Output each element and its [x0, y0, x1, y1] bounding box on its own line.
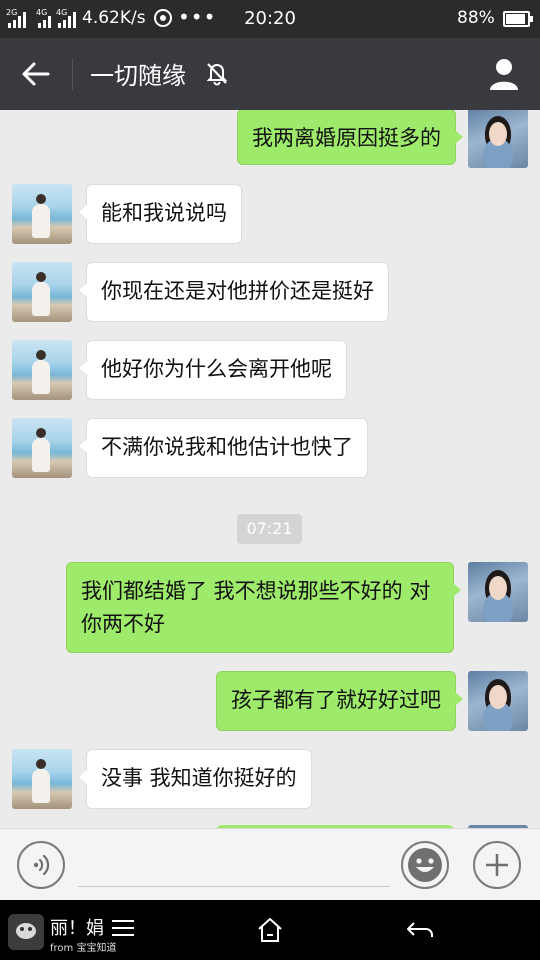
arrow-left-icon	[22, 62, 50, 86]
watermark-logo-icon	[8, 914, 44, 950]
contact-avatar[interactable]	[12, 418, 72, 478]
home-button[interactable]	[254, 914, 286, 946]
contact-avatar[interactable]	[12, 749, 72, 809]
person-icon	[490, 59, 518, 90]
message-input-bar	[0, 828, 540, 900]
chat-title: 一切随缘	[90, 62, 186, 90]
message-bubble-outgoing[interactable]: 我两离婚原因挺多的	[237, 110, 463, 165]
my-avatar[interactable]	[468, 562, 528, 622]
my-avatar[interactable]	[468, 671, 528, 731]
header-divider	[72, 58, 73, 90]
plus-icon	[486, 854, 508, 876]
message-bubble-incoming[interactable]: 能和我说说吗	[79, 184, 242, 244]
message-timestamp: 07:21	[237, 514, 302, 544]
contact-avatar[interactable]	[12, 262, 72, 322]
emoji-button[interactable]	[401, 841, 449, 889]
message-input[interactable]	[78, 849, 390, 887]
watermark-title: 丽！娟	[50, 918, 104, 939]
more-actions-button[interactable]	[473, 841, 521, 889]
message-bubble-outgoing[interactable]: 孩子都有了就好好过吧	[216, 671, 463, 731]
message-bubble-incoming[interactable]: 你现在还是对他拼价还是挺好	[79, 262, 389, 322]
voice-icon	[33, 854, 50, 876]
back-button[interactable]	[14, 54, 58, 94]
emoji-icon	[408, 848, 442, 882]
system-back-button[interactable]	[402, 914, 438, 946]
battery-icon	[503, 11, 533, 27]
contact-avatar[interactable]	[12, 340, 72, 400]
message-bubble-outgoing[interactable]: 我们都结婚了 我不想说那些不好的 对你两不好	[66, 562, 461, 653]
message-bubble-incoming[interactable]: 不满你说我和他估计也快了	[79, 418, 368, 478]
watermark-source: from 宝宝知道	[50, 943, 117, 954]
my-avatar[interactable]	[468, 110, 528, 168]
back-icon	[407, 922, 433, 937]
chat-header: 一切随缘	[0, 38, 540, 110]
message-bubble-incoming[interactable]: 他好你为什么会离开他呢	[79, 340, 347, 400]
status-bar: 2G 4G 4G 4.62K/s ••• 20:20 88%	[0, 0, 540, 38]
message-list[interactable]: 我两离婚原因挺多的 能和我说说吗 你现在还是对他拼价还是挺好 他好你为什么会离开…	[0, 110, 540, 828]
bell-muted-icon	[204, 60, 230, 86]
home-icon	[258, 918, 282, 942]
contact-avatar[interactable]	[12, 184, 72, 244]
battery-percent: 88%	[457, 8, 495, 28]
message-bubble-incoming[interactable]: 没事 我知道你挺好的	[79, 749, 312, 809]
chat-info-button[interactable]	[482, 54, 526, 94]
menu-icon[interactable]	[112, 920, 134, 936]
voice-button[interactable]	[17, 841, 65, 889]
system-nav-bar: 丽！娟 from 宝宝知道	[0, 900, 540, 960]
